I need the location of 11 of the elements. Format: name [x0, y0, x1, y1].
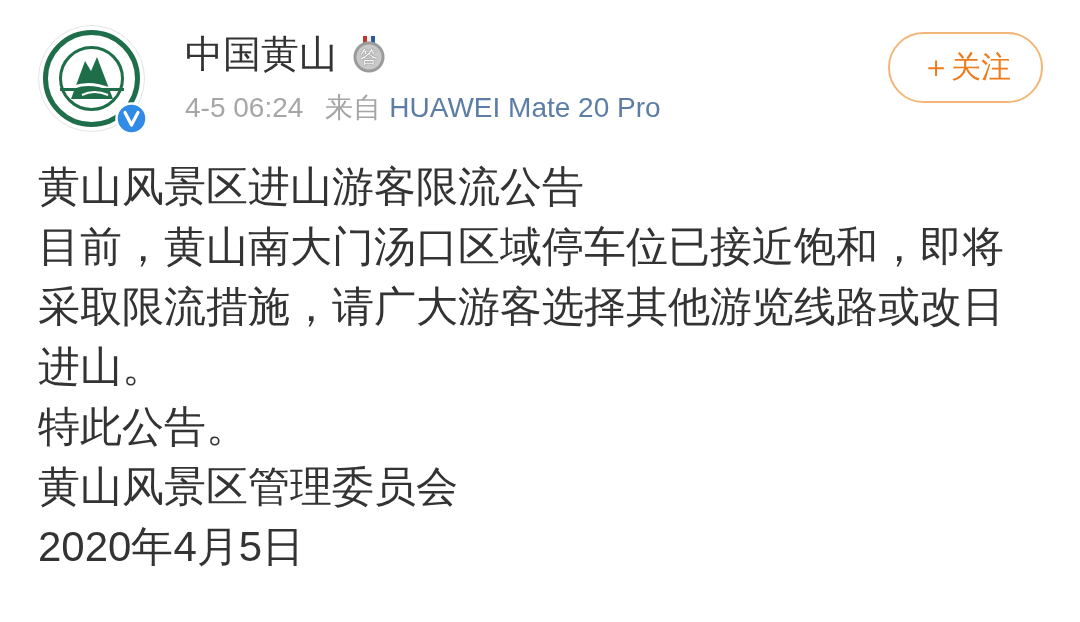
notice-title: 黄山风景区进山游客限流公告	[38, 162, 585, 212]
device-source-link[interactable]: HUAWEI Mate 20 Pro	[389, 88, 661, 128]
source-prefix: 来自	[325, 91, 382, 125]
post-time: 4-5 06:24	[185, 91, 304, 125]
notice-signature: 黄山风景区管理委员会	[38, 462, 459, 512]
mountain-emblem-icon	[38, 25, 145, 132]
notice-date: 2020年4月5日	[38, 522, 306, 572]
account-name[interactable]: 中国黄山	[185, 25, 337, 83]
follow-button[interactable]: ＋关注	[888, 32, 1043, 103]
notice-paragraph: 目前，黄山南大门汤口区域停车位已接近饱和，即将采取限流措施，请广大游客选择其他游览线路或改日进山。	[38, 222, 1005, 392]
notice-closing: 特此公告。	[38, 402, 249, 452]
